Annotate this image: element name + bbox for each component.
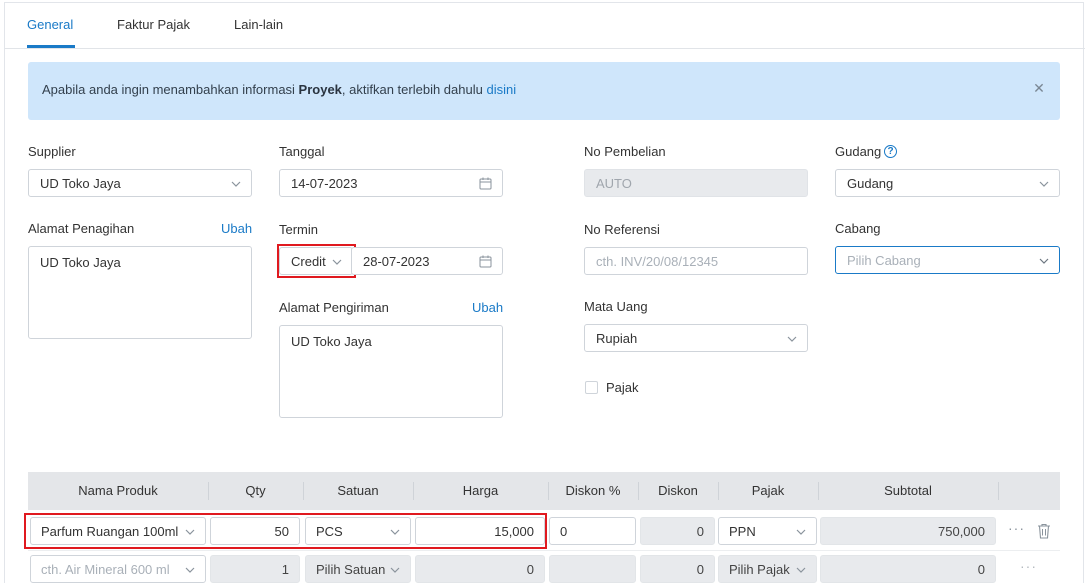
th-satuan: Satuan [337,483,379,498]
alert-message: Apabila anda ingin menambahkan informasi… [42,82,517,97]
th-nama-produk: Nama Produk [78,483,158,498]
alamat-penagihan-textarea[interactable]: UD Toko Jaya [28,246,252,339]
tanggal-datepicker[interactable]: 14-07-2023 [279,169,503,197]
row2-harga-field: 0 [415,555,545,583]
pajak-checkbox[interactable] [585,381,598,394]
row-divider [28,550,1060,551]
chevron-down-icon [1039,181,1049,187]
no-pembelian-label: No Pembelian [584,144,666,159]
termin-label: Termin [279,222,319,237]
pajak-label: Pajak [606,380,639,395]
row1-more-icon[interactable]: ··· [1008,520,1025,536]
tab-bar: General Faktur Pajak Lain-lain [5,3,1085,49]
cabang-select[interactable]: Pilih Cabang [835,246,1060,274]
th-subtotal: Subtotal [884,483,932,498]
chevron-down-icon [796,567,806,573]
no-pembelian-field: AUTO [584,169,808,197]
highlight-row1 [24,513,547,549]
supplier-label: Supplier [28,144,76,159]
row1-pajak-select[interactable]: PPN [718,517,817,545]
trash-icon[interactable] [1037,523,1051,539]
no-referensi-input[interactable]: cth. INV/20/08/12345 [584,247,808,275]
ubah-penagihan-link[interactable]: Ubah [221,221,252,236]
calendar-icon [479,255,492,268]
row2-produk-select[interactable]: cth. Air Mineral 600 ml [30,555,206,583]
th-harga: Harga [462,483,499,498]
highlight-termin [277,244,356,278]
row2-diskon-field: 0 [640,555,715,583]
info-alert: Apabila anda ingin menambahkan informasi… [28,62,1060,120]
th-qty: Qty [245,483,266,498]
supplier-select[interactable]: UD Toko Jaya [28,169,252,197]
chevron-down-icon [796,529,806,535]
row2-qty-field: 1 [210,555,300,583]
row1-subtotal-field: 750,000 [820,517,996,545]
gudang-label: Gudang [835,144,882,159]
close-icon[interactable]: ✕ [1032,81,1046,95]
tab-general[interactable]: General [27,17,73,32]
termin-date-picker[interactable]: 28-07-2023 [351,247,503,275]
gudang-select[interactable]: Gudang [835,169,1060,197]
chevron-down-icon [787,336,797,342]
chevron-down-icon [390,567,400,573]
row2-diskon-pct-field [549,555,636,583]
row2-pajak-select: Pilih Pajak [718,555,817,583]
row2-subtotal-field: 0 [820,555,996,583]
ubah-pengiriman-link[interactable]: Ubah [472,300,503,315]
chevron-down-icon [231,181,241,187]
alamat-pengiriman-label: Alamat Pengiriman [279,300,389,315]
help-icon[interactable]: ? [884,145,897,158]
mata-uang-select[interactable]: Rupiah [584,324,808,352]
row2-more-icon[interactable]: ··· [1020,558,1037,574]
th-diskon-pct: Diskon % [565,483,621,498]
alert-bold-proyek: Proyek [298,82,342,97]
th-pajak: Pajak [751,483,785,498]
tab-lain-lain[interactable]: Lain-lain [234,17,283,32]
alamat-pengiriman-textarea[interactable]: UD Toko Jaya [279,325,503,418]
active-tab-indicator [27,45,75,48]
alert-link-disini[interactable]: disini [486,82,516,97]
cabang-label: Cabang [835,221,881,236]
tanggal-label: Tanggal [279,144,325,159]
chevron-down-icon [185,567,195,573]
no-referensi-label: No Referensi [584,222,660,237]
calendar-icon [479,177,492,190]
alamat-penagihan-label: Alamat Penagihan [28,221,135,236]
chevron-down-icon [1039,258,1049,264]
row2-satuan-select: Pilih Satuan [305,555,411,583]
row1-diskon-pct-input[interactable]: 0 [549,517,636,545]
row1-diskon-field: 0 [640,517,715,545]
product-table-header: Nama Produk Qty Satuan Harga Diskon % Di… [28,472,1060,510]
tab-faktur-pajak[interactable]: Faktur Pajak [117,17,190,32]
th-diskon: Diskon [658,483,698,498]
mata-uang-label: Mata Uang [584,299,648,314]
